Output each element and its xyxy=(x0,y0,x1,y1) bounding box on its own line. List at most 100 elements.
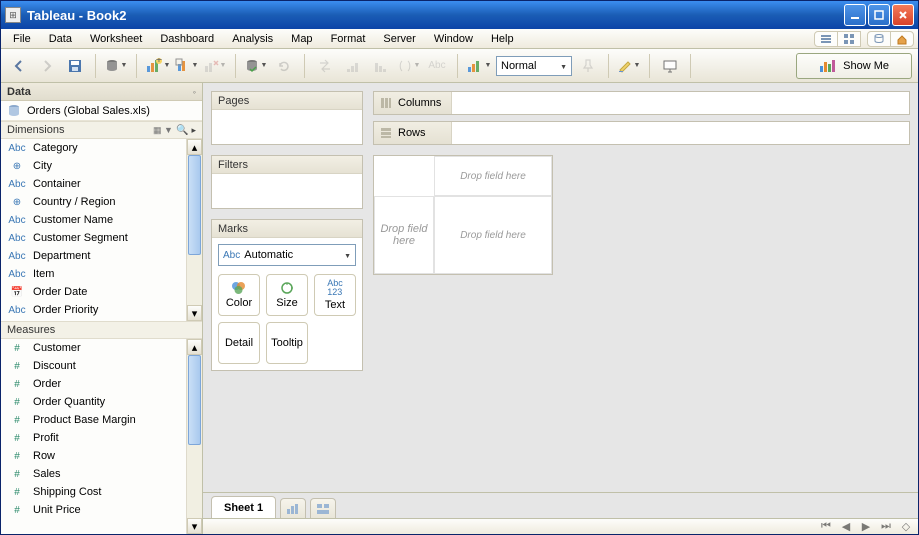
scroll-thumb[interactable] xyxy=(188,355,201,445)
scroll-down-icon[interactable]: ▾ xyxy=(187,518,202,534)
scroll-up-icon[interactable]: ▴ xyxy=(187,139,202,155)
forward-button[interactable] xyxy=(35,54,59,78)
field-row[interactable]: #Order xyxy=(1,375,202,393)
menu-help[interactable]: Help xyxy=(483,31,522,47)
field-row[interactable]: #Shipping Cost xyxy=(1,483,202,501)
clear-button[interactable] xyxy=(203,54,227,78)
menu-format[interactable]: Format xyxy=(323,31,374,47)
datasource-button[interactable] xyxy=(104,54,128,78)
view-as-icon[interactable]: ▦ ▼ xyxy=(153,125,173,135)
group-button[interactable] xyxy=(397,54,421,78)
menu-data[interactable]: Data xyxy=(41,31,80,47)
size-button[interactable]: Size xyxy=(266,274,308,316)
field-row[interactable]: #Unit Price xyxy=(1,501,202,519)
drop-target-columns[interactable]: Drop field here xyxy=(434,156,552,196)
minimize-button[interactable] xyxy=(844,4,866,26)
columns-shelf[interactable]: Columns xyxy=(373,91,910,115)
pages-card[interactable]: Pages xyxy=(211,91,363,145)
connect-button[interactable] xyxy=(244,54,268,78)
highlight-button[interactable] xyxy=(617,54,641,78)
view-home-icon[interactable] xyxy=(890,31,914,47)
find-icon[interactable]: 🔍 xyxy=(176,125,188,136)
text-button[interactable]: Abc123Text xyxy=(314,274,356,316)
refresh-button[interactable] xyxy=(272,54,296,78)
menu-analysis[interactable]: Analysis xyxy=(224,31,281,47)
next-sheet-icon[interactable]: ▶ xyxy=(860,521,872,533)
new-dashboard-tab[interactable] xyxy=(310,498,336,518)
sort-asc-button[interactable] xyxy=(341,54,365,78)
collapse-icon[interactable]: ◦ xyxy=(193,87,196,97)
hash-icon: # xyxy=(7,505,27,516)
view-db-icon[interactable] xyxy=(867,31,891,47)
presentation-button[interactable] xyxy=(658,54,682,78)
svg-text:+: + xyxy=(156,58,162,66)
pin-button[interactable] xyxy=(576,54,600,78)
field-row[interactable]: AbcItem xyxy=(1,265,202,283)
scroll-thumb[interactable] xyxy=(188,155,201,255)
field-row[interactable]: 📅Order Date xyxy=(1,283,202,301)
dim-menu-icon[interactable] xyxy=(191,124,196,136)
scrollbar[interactable]: ▴ ▾ xyxy=(186,339,202,534)
drop-target-rows[interactable]: Drop field here xyxy=(374,196,434,274)
tab-sheet1[interactable]: Sheet 1 xyxy=(211,496,276,518)
field-row[interactable]: #Customer xyxy=(1,339,202,357)
new-worksheet-button[interactable]: + xyxy=(145,54,171,78)
duplicate-button[interactable] xyxy=(175,54,199,78)
sort-desc-button[interactable] xyxy=(369,54,393,78)
field-row[interactable]: AbcCategory xyxy=(1,139,202,157)
tooltip-button[interactable]: Tooltip xyxy=(266,322,308,364)
datasource-row[interactable]: Orders (Global Sales.xls) xyxy=(1,101,202,121)
scroll-down-icon[interactable]: ▾ xyxy=(187,305,202,321)
fit-button[interactable] xyxy=(466,54,492,78)
hash-icon: # xyxy=(7,433,27,444)
menu-dashboard[interactable]: Dashboard xyxy=(152,31,222,47)
marks-type-select[interactable]: Abc Automatic xyxy=(218,244,356,266)
close-button[interactable] xyxy=(892,4,914,26)
field-row[interactable]: #Row xyxy=(1,447,202,465)
field-row[interactable]: AbcCustomer Name xyxy=(1,211,202,229)
field-row[interactable]: AbcDepartment xyxy=(1,247,202,265)
view-grid-icon[interactable] xyxy=(837,31,861,47)
swap-button[interactable] xyxy=(313,54,337,78)
rows-shelf[interactable]: Rows xyxy=(373,121,910,145)
save-button[interactable] xyxy=(63,54,87,78)
menu-server[interactable]: Server xyxy=(375,31,423,47)
field-row[interactable]: AbcContainer xyxy=(1,175,202,193)
last-sheet-icon[interactable]: ⏭ xyxy=(880,521,892,533)
menu-map[interactable]: Map xyxy=(283,31,320,47)
field-row[interactable]: #Profit xyxy=(1,429,202,447)
field-row[interactable]: #Discount xyxy=(1,357,202,375)
back-button[interactable] xyxy=(7,54,31,78)
showme-button[interactable]: Show Me xyxy=(796,53,912,79)
menu-worksheet[interactable]: Worksheet xyxy=(82,31,150,47)
sheet-list-icon[interactable]: ◇ xyxy=(900,521,912,533)
scroll-up-icon[interactable]: ▴ xyxy=(187,339,202,355)
prev-sheet-icon[interactable]: ◀ xyxy=(840,521,852,533)
field-row[interactable]: #Order Quantity xyxy=(1,393,202,411)
abc-icon: Abc xyxy=(7,215,27,226)
field-row[interactable]: ⊕Country / Region xyxy=(1,193,202,211)
drop-target-main[interactable]: Drop field here xyxy=(434,196,552,274)
field-row[interactable]: ⊕City xyxy=(1,157,202,175)
fit-mode-select[interactable]: Normal xyxy=(496,56,572,76)
toolbar: + Abc Normal Show Me xyxy=(1,49,918,83)
scrollbar[interactable]: ▴ ▾ xyxy=(186,139,202,321)
abc-icon: Abc xyxy=(7,233,27,244)
first-sheet-icon[interactable]: ⏮ xyxy=(820,521,832,533)
field-row[interactable]: AbcOrder Priority xyxy=(1,301,202,319)
view-cards-icon[interactable] xyxy=(814,31,838,47)
menu-window[interactable]: Window xyxy=(426,31,481,47)
new-worksheet-tab[interactable] xyxy=(280,498,306,518)
filters-card[interactable]: Filters xyxy=(211,155,363,209)
color-button[interactable]: Color xyxy=(218,274,260,316)
label-button[interactable]: Abc xyxy=(425,54,449,78)
maximize-button[interactable] xyxy=(868,4,890,26)
menu-file[interactable]: File xyxy=(5,31,39,47)
field-row[interactable]: #Product Base Margin xyxy=(1,411,202,429)
text-icon: Abc123 xyxy=(327,279,343,297)
dimensions-list: AbcCategory ⊕City AbcContainer ⊕Country … xyxy=(1,139,202,321)
view-area[interactable]: Drop field here Drop field here Drop fie… xyxy=(373,155,553,275)
detail-button[interactable]: Detail xyxy=(218,322,260,364)
field-row[interactable]: #Sales xyxy=(1,465,202,483)
field-row[interactable]: AbcCustomer Segment xyxy=(1,229,202,247)
